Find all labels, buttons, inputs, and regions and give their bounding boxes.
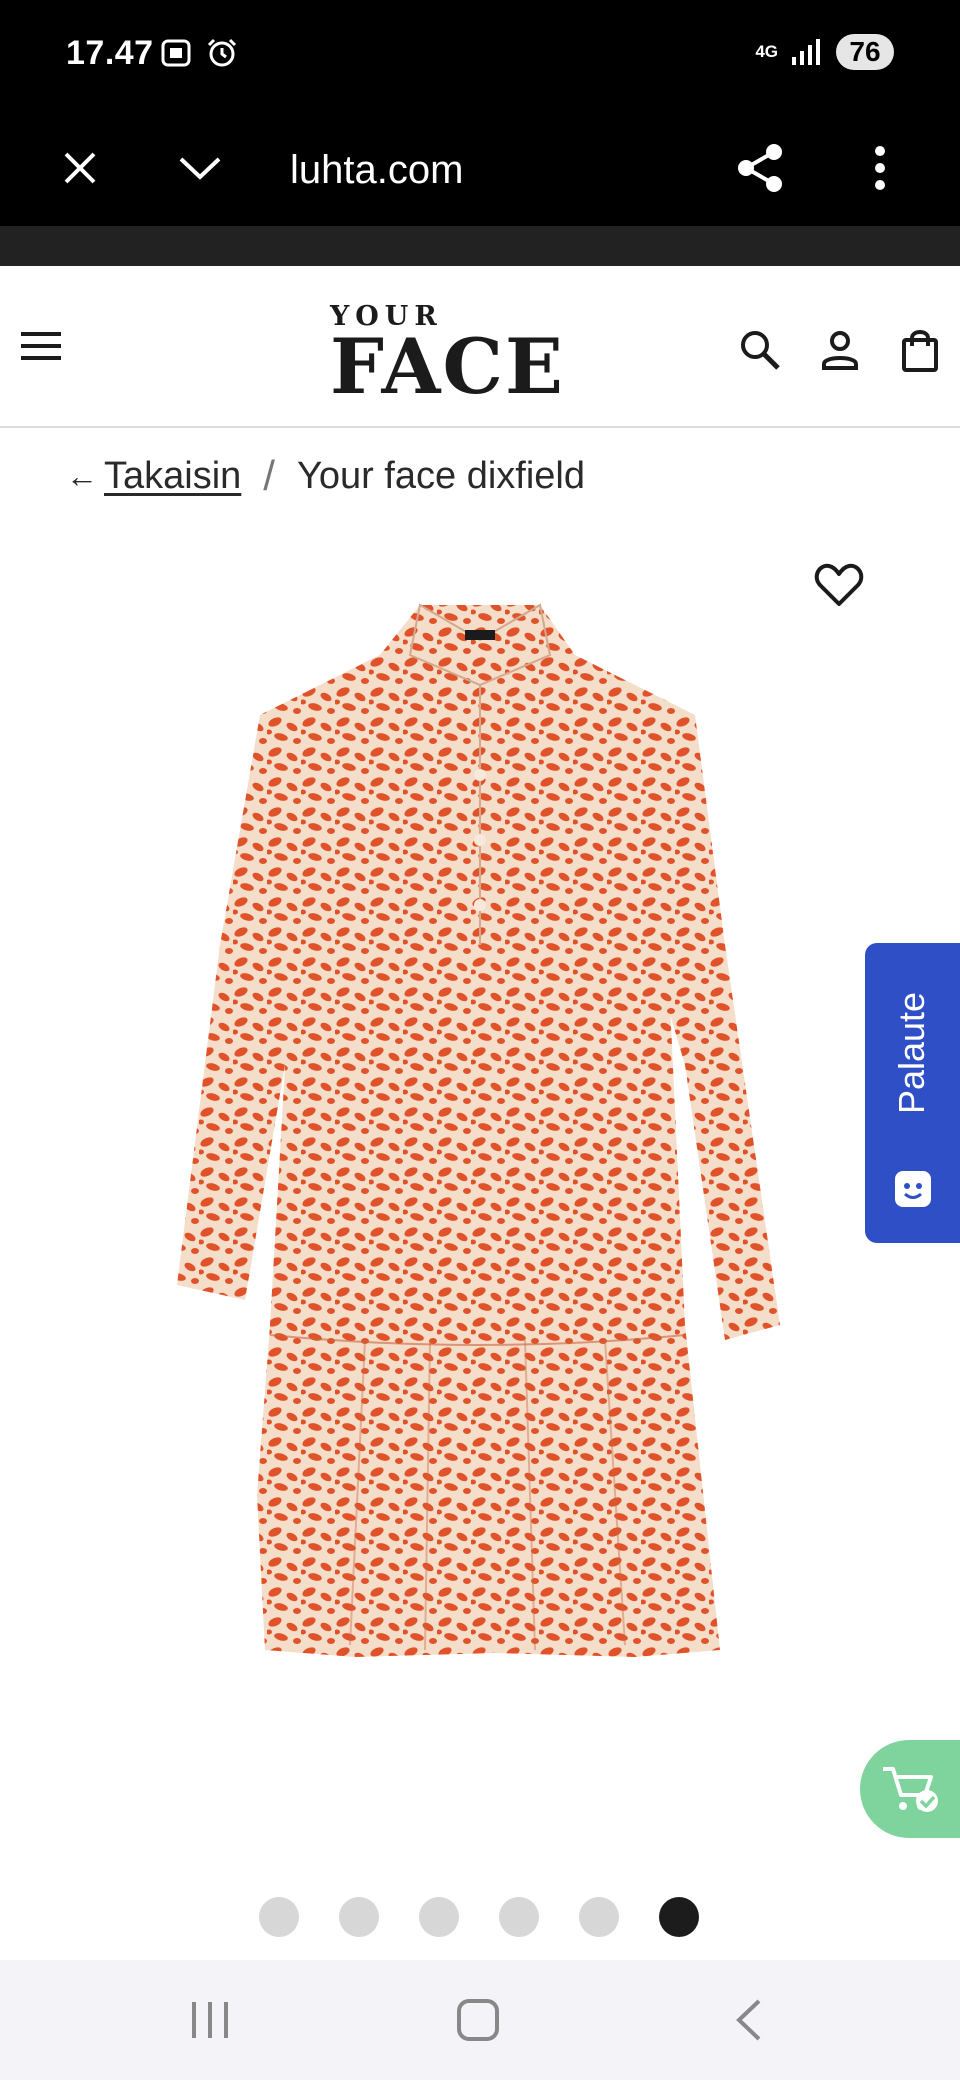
search-icon[interactable]: [738, 328, 782, 372]
network-type: 4G: [755, 42, 778, 61]
feedback-tab[interactable]: Palaute: [865, 943, 960, 1243]
browser-progress-strip: [0, 226, 960, 266]
skirt: [257, 1325, 720, 1657]
gallery-dot-2[interactable]: [339, 1897, 379, 1937]
brand-logo[interactable]: YOUR FACE: [330, 302, 630, 411]
minimize-button[interactable]: [170, 138, 230, 198]
close-tab-button[interactable]: [50, 138, 110, 198]
alarm-icon: [207, 38, 237, 67]
status-icons: [160, 38, 238, 68]
share-button[interactable]: [730, 138, 790, 198]
screenshot-icon: [161, 39, 191, 67]
product-image[interactable]: [165, 595, 795, 1660]
breadcrumb-separator: /: [263, 452, 275, 499]
menu-icon[interactable]: [20, 328, 62, 364]
shopping-bag-icon[interactable]: [898, 328, 942, 372]
status-bar: 17.47 4G 76: [0, 0, 960, 110]
gallery-dot-6[interactable]: [659, 1897, 699, 1937]
more-options-button[interactable]: [850, 138, 910, 198]
signal-icon: [792, 39, 820, 65]
account-icon[interactable]: [818, 328, 862, 372]
battery-indicator: 76: [836, 34, 894, 70]
recent-apps-icon: [192, 2002, 228, 2038]
back-arrow-icon[interactable]: ←: [66, 458, 98, 495]
browser-toolbar: luhta.com: [0, 110, 960, 226]
share-icon: [738, 144, 782, 192]
heart-icon[interactable]: [814, 562, 864, 608]
feedback-smile-icon: [895, 1171, 931, 1207]
recent-apps-button[interactable]: [180, 1990, 240, 2050]
gallery-dot-5[interactable]: [579, 1897, 619, 1937]
logo-bottom-text: FACE: [330, 322, 565, 411]
chevron-down-icon: [179, 157, 221, 180]
bodice: [270, 605, 685, 1325]
site-header: YOUR FACE: [0, 266, 960, 428]
breadcrumb: ← Takaisin / Your face dixfield: [66, 452, 585, 500]
close-icon: [64, 152, 96, 184]
cart-check-icon: [883, 1767, 938, 1812]
system-nav-bar: [0, 1960, 960, 2080]
url-text[interactable]: luhta.com: [290, 148, 463, 193]
home-button[interactable]: [448, 1990, 508, 2050]
gallery-dot-3[interactable]: [419, 1897, 459, 1937]
home-icon: [457, 1999, 499, 2041]
more-vertical-icon: [875, 146, 885, 190]
floating-cart-button[interactable]: [860, 1740, 960, 1838]
gallery-pagination: [259, 1897, 699, 1937]
gallery-dot-4[interactable]: [499, 1897, 539, 1937]
back-button[interactable]: [718, 1990, 778, 2050]
back-link[interactable]: Takaisin: [104, 455, 241, 498]
gallery-dot-1[interactable]: [259, 1897, 299, 1937]
breadcrumb-current: Your face dixfield: [296, 454, 585, 497]
feedback-label: Palaute: [891, 991, 932, 1115]
back-nav-icon: [736, 1999, 761, 2041]
status-time: 17.47: [66, 34, 154, 72]
status-indicators: 4G 76: [755, 34, 894, 70]
